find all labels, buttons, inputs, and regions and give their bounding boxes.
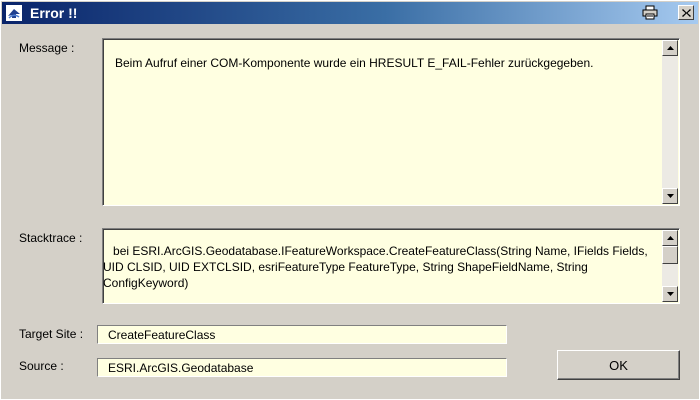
stacktrace-text: bei ESRI.ArcGIS.Geodatabase.IFeatureWork… bbox=[103, 244, 652, 290]
message-text: Beim Aufruf einer COM-Komponente wurde e… bbox=[115, 56, 594, 70]
message-textbox[interactable]: Beim Aufruf einer COM-Komponente wurde e… bbox=[102, 38, 680, 206]
window-title: Error !! bbox=[30, 5, 78, 21]
scroll-up-icon[interactable] bbox=[662, 230, 678, 246]
scroll-down-icon[interactable] bbox=[662, 188, 678, 204]
target-site-label: Target Site : bbox=[19, 327, 84, 341]
stacktrace-textbox[interactable]: bei ESRI.ArcGIS.Geodatabase.IFeatureWork… bbox=[102, 228, 680, 304]
error-dialog: Error !! Message : Beim Aufruf einer COM… bbox=[0, 0, 700, 400]
message-scrollbar[interactable] bbox=[662, 40, 678, 204]
scroll-up-icon[interactable] bbox=[662, 40, 678, 56]
target-site-field[interactable]: CreateFeatureClass bbox=[97, 325, 507, 344]
close-icon[interactable] bbox=[678, 5, 694, 20]
stacktrace-label: Stacktrace : bbox=[19, 231, 83, 245]
printer-icon[interactable] bbox=[642, 5, 658, 20]
source-field[interactable]: ESRI.ArcGIS.Geodatabase bbox=[97, 358, 507, 377]
scroll-down-icon[interactable] bbox=[662, 286, 678, 302]
title-bar[interactable]: Error !! bbox=[2, 2, 698, 24]
source-label: Source : bbox=[19, 359, 64, 373]
app-icon bbox=[6, 5, 22, 21]
scroll-thumb[interactable] bbox=[662, 246, 678, 264]
message-label: Message : bbox=[19, 41, 75, 55]
stacktrace-scrollbar[interactable] bbox=[662, 230, 678, 302]
ok-button[interactable]: OK bbox=[557, 350, 680, 380]
